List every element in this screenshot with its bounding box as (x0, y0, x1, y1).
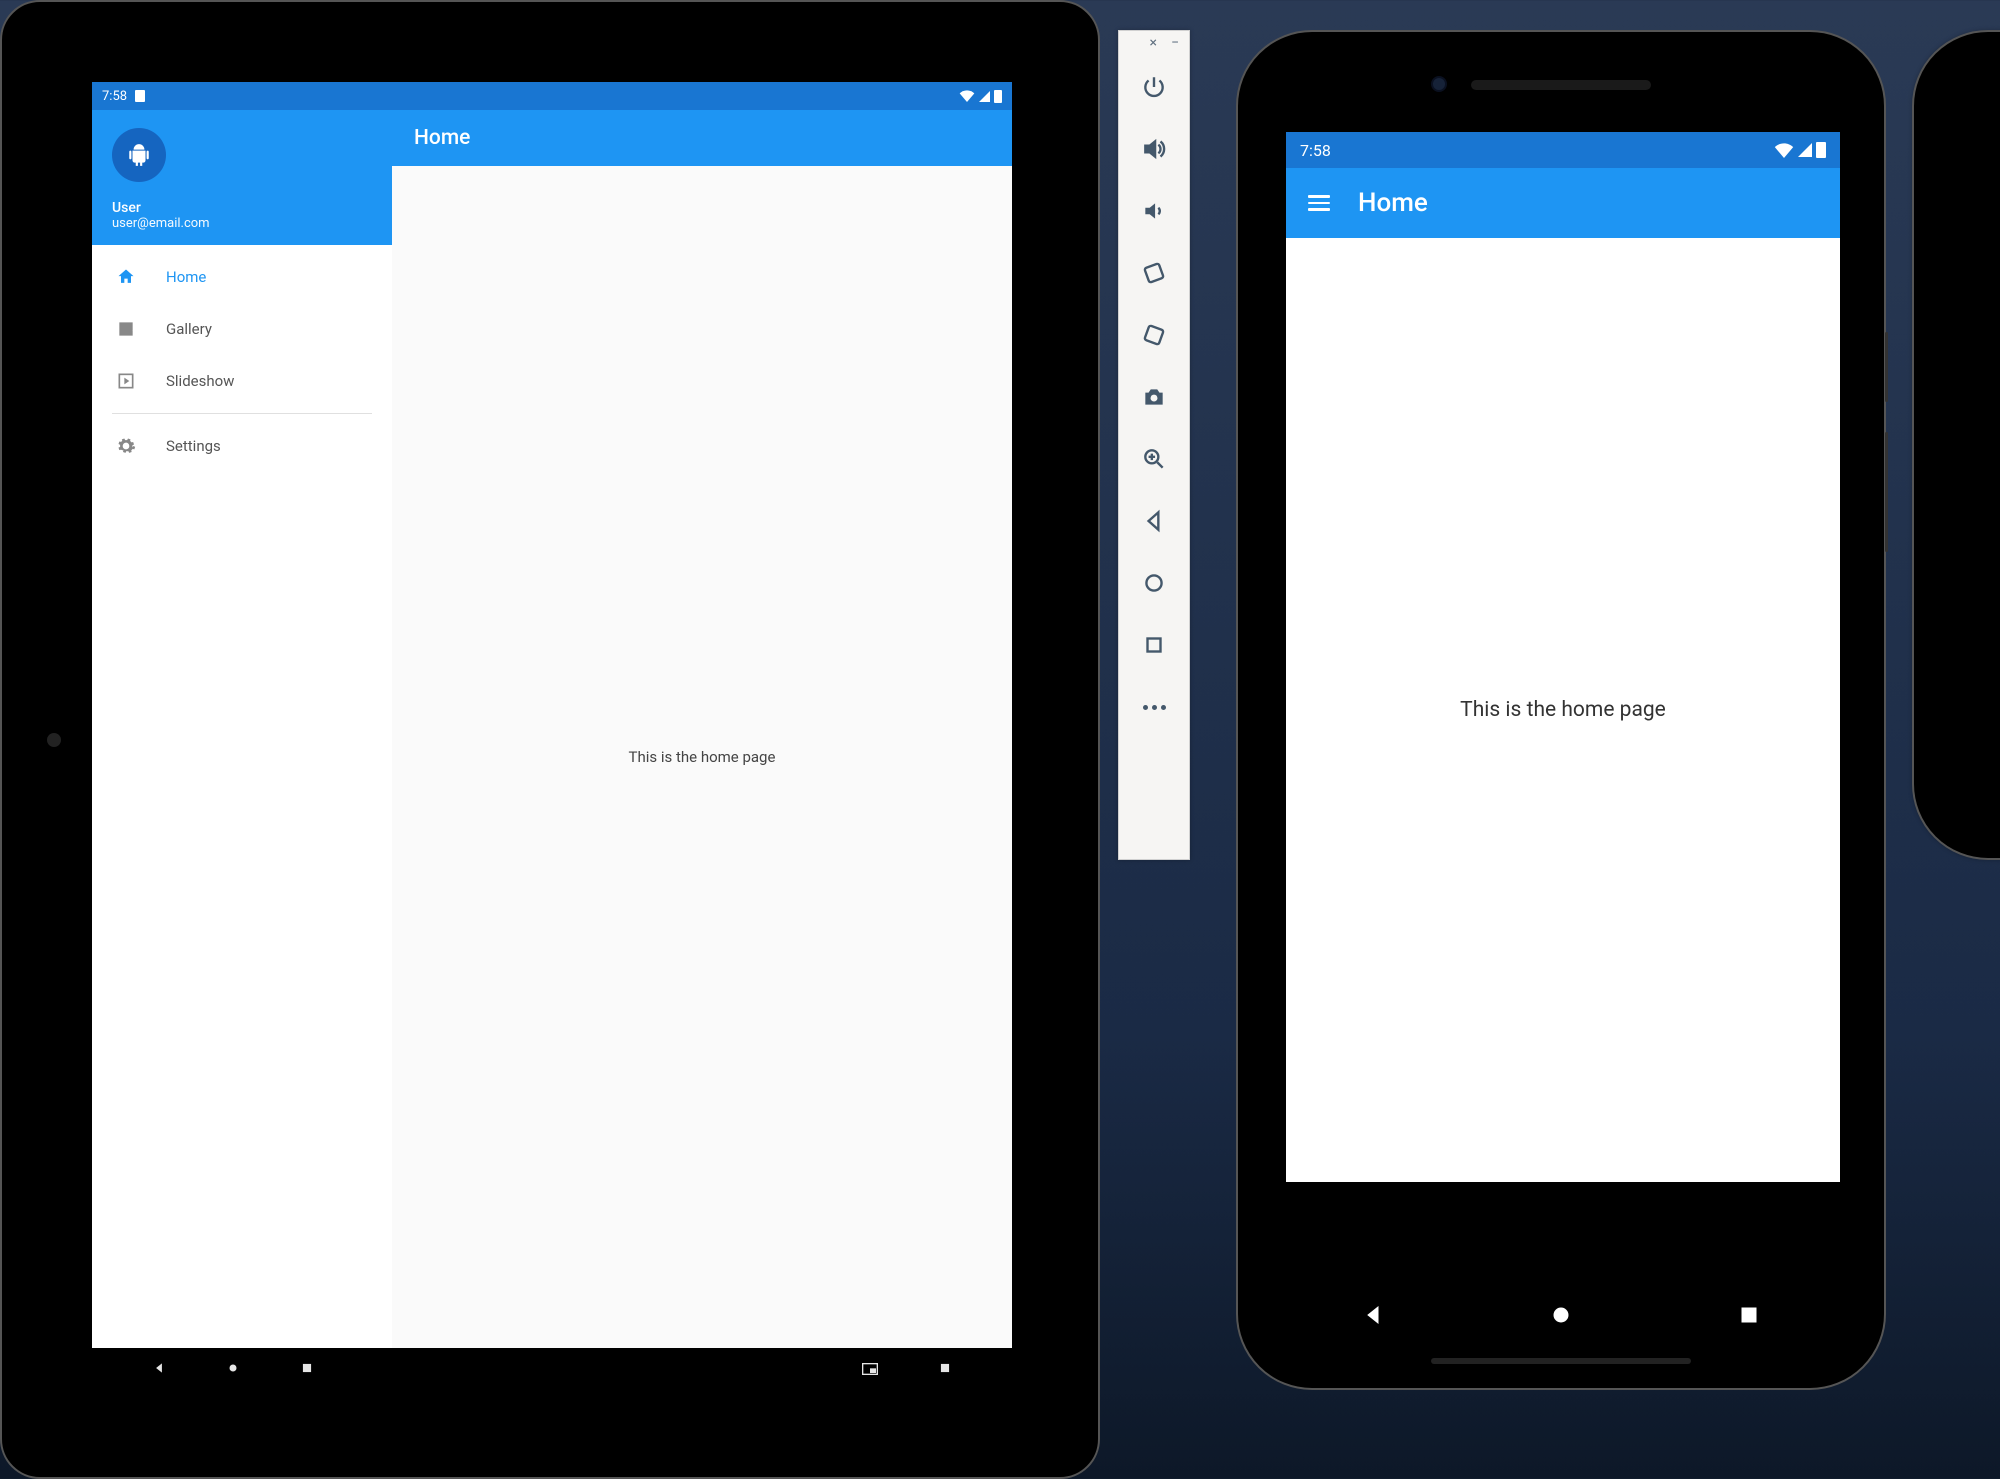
back-icon[interactable] (1134, 501, 1174, 541)
phone-home-content: This is the home page (1286, 238, 1840, 1182)
drawer-item-gallery[interactable]: Gallery (92, 303, 392, 355)
signal-icon (1798, 143, 1812, 157)
nav-overview-button[interactable] (300, 1361, 314, 1379)
phone-home-indicator (1431, 1358, 1691, 1364)
drawer-item-label: Home (166, 268, 206, 286)
drawer-item-settings[interactable]: Settings (92, 420, 392, 472)
phone-app-bar: Home (1286, 168, 1840, 238)
phone-system-navbar (1321, 1292, 1801, 1342)
home-icon (116, 267, 136, 287)
drawer-item-home[interactable]: Home (92, 251, 392, 303)
phone-earpiece (1471, 80, 1651, 90)
overview-icon[interactable] (1134, 625, 1174, 665)
drawer-list: Home Gallery Slideshow (92, 245, 392, 472)
android-icon (126, 142, 152, 168)
volume-down-icon[interactable] (1134, 191, 1174, 231)
drawer-user-email: user@email.com (112, 216, 372, 231)
nav-home-button[interactable] (226, 1361, 240, 1379)
volume-up-icon[interactable] (1134, 129, 1174, 169)
app-bar-title: Home (414, 126, 470, 150)
status-time: 7:58 (102, 89, 127, 104)
tablet-app-bar: Home (392, 110, 1012, 166)
nav-back-button[interactable] (1361, 1303, 1385, 1331)
tablet-status-bar: 7:58 (92, 82, 1012, 110)
tablet-screen: 7:58 User user@email.com (92, 82, 1012, 1392)
avatar (112, 128, 166, 182)
battery-icon (994, 90, 1002, 103)
emulator-toolbar-phone: × − (1912, 30, 2000, 860)
hamburger-icon[interactable] (1308, 195, 1330, 211)
phone-emulator-frame: 7:58 Home This is the home page (1236, 30, 1886, 1390)
tablet-camera (47, 733, 61, 747)
drawer-item-label: Slideshow (166, 372, 234, 390)
wifi-icon (959, 90, 975, 102)
emulator-minimize-button[interactable]: − (1171, 35, 1179, 51)
app-bar-title: Home (1358, 188, 1428, 218)
wifi-icon (1774, 143, 1794, 158)
tablet-system-navbar (92, 1348, 1012, 1392)
tablet-home-content: This is the home page (392, 166, 1012, 1348)
gallery-icon (116, 319, 136, 339)
nav-pip-button[interactable] (862, 1361, 878, 1379)
rotate-left-icon[interactable] (1134, 253, 1174, 293)
home-circle-icon[interactable] (1134, 563, 1174, 603)
tablet-emulator-frame: 7:58 User user@email.com (0, 0, 1100, 1479)
sdcard-icon (135, 90, 145, 102)
battery-icon (1816, 142, 1826, 158)
emulator-close-button[interactable]: × (1150, 35, 1157, 51)
zoom-in-icon[interactable] (1134, 439, 1174, 479)
nav-back-button[interactable] (152, 1361, 166, 1379)
gear-icon (116, 436, 136, 456)
slideshow-icon (116, 371, 136, 391)
rotate-right-icon[interactable] (1134, 315, 1174, 355)
navigation-drawer: User user@email.com Home Gallery (92, 110, 392, 1348)
nav-overview-button[interactable] (1737, 1303, 1761, 1331)
camera-icon[interactable] (1134, 377, 1174, 417)
drawer-item-label: Gallery (166, 320, 212, 338)
drawer-divider (112, 413, 372, 414)
emulator-toolbar-tablet: × − (1118, 30, 1190, 860)
phone-screen: 7:58 Home This is the home page (1286, 132, 1840, 1182)
power-icon[interactable] (1134, 67, 1174, 107)
drawer-user-name: User (112, 200, 372, 216)
home-body-text: This is the home page (1460, 698, 1666, 722)
nav-home-button[interactable] (1549, 1303, 1573, 1331)
drawer-item-label: Settings (166, 437, 221, 455)
drawer-header: User user@email.com (92, 110, 392, 245)
phone-status-bar: 7:58 (1286, 132, 1840, 168)
signal-icon (979, 91, 990, 102)
drawer-item-slideshow[interactable]: Slideshow (92, 355, 392, 407)
status-time: 7:58 (1300, 141, 1331, 160)
tablet-main-pane: Home This is the home page (392, 110, 1012, 1348)
home-body-text: This is the home page (629, 748, 776, 766)
more-icon[interactable] (1134, 687, 1174, 727)
nav-overview-button-2[interactable] (938, 1361, 952, 1379)
phone-camera (1431, 76, 1447, 92)
